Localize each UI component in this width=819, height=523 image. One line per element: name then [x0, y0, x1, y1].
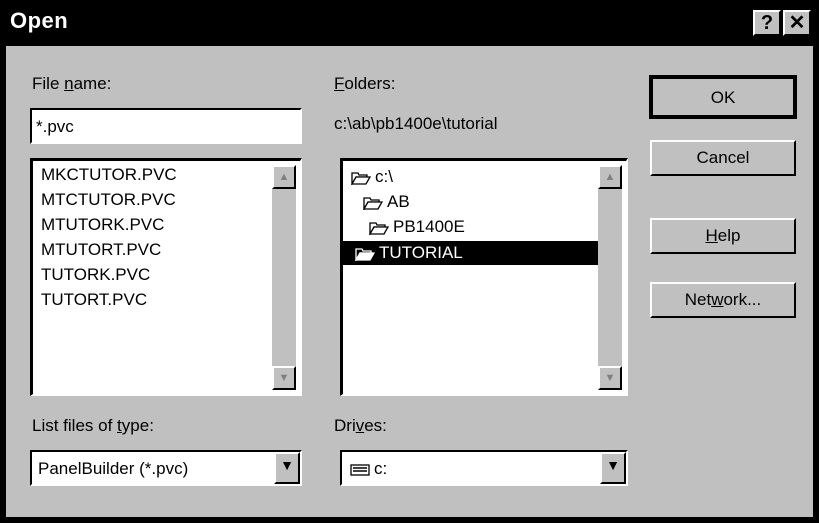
file-name-value: *.pvc — [36, 117, 74, 136]
current-folder-path: c:\ab\pb1400e\tutorial — [334, 114, 498, 133]
drive-value: c: — [350, 459, 387, 479]
folder-open-icon — [369, 221, 389, 235]
close-title-button[interactable]: ✕ — [783, 10, 811, 36]
folder-open-icon — [363, 196, 383, 210]
folder-item[interactable]: AB — [363, 192, 410, 212]
network-button[interactable]: Network... — [650, 282, 796, 318]
list-item[interactable]: MTUTORK.PVC — [41, 215, 164, 235]
drives-label: Drives: — [334, 416, 387, 435]
folder-open-icon — [351, 171, 371, 185]
chevron-down-icon[interactable]: ▼ — [274, 452, 300, 484]
open-dialog: Open ? ✕ File name: *.pvc MKCTUTOR.PVC M… — [0, 0, 819, 523]
file-list-scrollbar[interactable]: ▲ ▼ — [272, 165, 296, 390]
scroll-down-arrow-icon[interactable]: ▼ — [272, 366, 296, 390]
file-name-label: File name: — [32, 74, 112, 93]
folder-item[interactable]: c:\ — [351, 167, 393, 187]
scroll-up-arrow-icon[interactable]: ▲ — [598, 165, 622, 189]
scroll-up-arrow-icon[interactable]: ▲ — [272, 165, 296, 189]
folder-list[interactable]: c:\ AB PB1400E TUTORIAL ▲ ▼ — [340, 158, 628, 396]
help-button[interactable]: Help — [650, 218, 796, 254]
ok-button[interactable]: OK — [649, 75, 797, 119]
window-title: Open — [10, 8, 69, 33]
drives-select[interactable]: c: ▼ — [340, 450, 628, 486]
file-name-input[interactable]: *.pvc — [30, 108, 302, 144]
file-type-select[interactable]: PanelBuilder (*.pvc) ▼ — [30, 450, 302, 486]
folders-label: Folders: — [334, 74, 396, 93]
list-item[interactable]: MTCTUTOR.PVC — [41, 190, 176, 210]
title-bar[interactable]: Open ? ✕ — [2, 2, 817, 42]
folder-list-scrollbar[interactable]: ▲ ▼ — [598, 165, 622, 390]
list-item[interactable]: TUTORT.PVC — [41, 290, 147, 310]
help-title-button[interactable]: ? — [753, 10, 781, 36]
drive-icon — [350, 463, 370, 476]
scroll-down-arrow-icon[interactable]: ▼ — [598, 366, 622, 390]
file-list[interactable]: MKCTUTOR.PVC MTCTUTOR.PVC MTUTORK.PVC MT… — [30, 158, 302, 396]
dialog-body: File name: *.pvc MKCTUTOR.PVC MTCTUTOR.P… — [6, 46, 813, 517]
file-type-label: List files of type: — [32, 416, 154, 435]
file-type-value: PanelBuilder (*.pvc) — [38, 459, 189, 478]
cancel-button[interactable]: Cancel — [650, 140, 796, 176]
list-item[interactable]: MTUTORT.PVC — [41, 240, 161, 260]
folder-open-icon — [355, 247, 375, 261]
list-item[interactable]: MKCTUTOR.PVC — [41, 165, 177, 185]
folder-item-selected[interactable]: TUTORIAL — [343, 241, 599, 265]
chevron-down-icon[interactable]: ▼ — [600, 452, 626, 484]
folder-item[interactable]: PB1400E — [369, 217, 465, 237]
list-item[interactable]: TUTORK.PVC — [41, 265, 150, 285]
